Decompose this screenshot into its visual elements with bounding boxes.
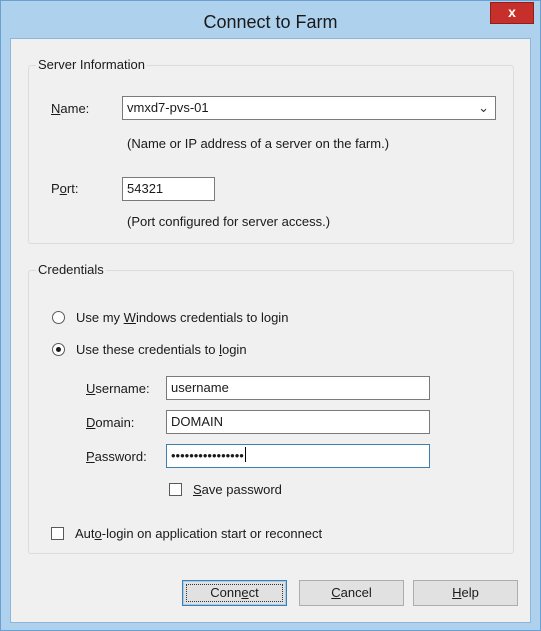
- close-icon: x: [508, 4, 516, 20]
- close-button[interactable]: x: [490, 2, 534, 24]
- title-bar[interactable]: Connect to Farm x: [1, 1, 540, 39]
- port-input[interactable]: 54321: [122, 177, 215, 201]
- credentials-group: Credentials Use my Windows credentials t…: [28, 262, 514, 554]
- password-input[interactable]: ••••••••••••••••: [166, 444, 430, 468]
- credentials-label: Credentials: [36, 262, 106, 277]
- save-password-label[interactable]: Save password: [193, 482, 282, 498]
- server-name-value: vmxd7-pvs-01: [127, 100, 209, 115]
- password-label: Password:: [86, 449, 147, 464]
- port-label: Port:: [51, 181, 79, 196]
- dialog-body: Server Information Name: vmxd7-pvs-01 ⌄ …: [10, 38, 531, 623]
- name-hint: (Name or IP address of a server on the f…: [127, 136, 390, 151]
- username-value: username: [171, 380, 229, 395]
- help-button[interactable]: Help: [413, 580, 518, 606]
- cancel-button[interactable]: Cancel: [299, 580, 404, 606]
- connect-to-farm-dialog: Connect to Farm x Server Information Nam…: [0, 0, 541, 631]
- domain-value: DOMAIN: [171, 414, 223, 429]
- username-input[interactable]: username: [166, 376, 430, 400]
- auto-login-label[interactable]: Auto-login on application start or recon…: [75, 526, 322, 542]
- domain-input[interactable]: DOMAIN: [166, 410, 430, 434]
- password-masked-value: ••••••••••••••••: [171, 448, 244, 463]
- save-password-checkbox[interactable]: [169, 483, 182, 496]
- use-these-credentials-radio[interactable]: [52, 343, 65, 356]
- server-information-label: Server Information: [36, 57, 147, 72]
- port-hint: (Port configured for server access.): [127, 214, 331, 229]
- radio-selected-dot: [56, 347, 61, 352]
- chevron-down-icon[interactable]: ⌄: [478, 97, 489, 119]
- connect-button[interactable]: Connect: [182, 580, 287, 606]
- port-value: 54321: [127, 181, 164, 196]
- server-name-combobox[interactable]: vmxd7-pvs-01 ⌄: [122, 96, 496, 120]
- dialog-title: Connect to Farm: [203, 12, 338, 32]
- username-label: Username:: [86, 381, 150, 396]
- name-label: Name:: [51, 101, 90, 116]
- use-windows-credentials-label[interactable]: Use my Windows credentials to login: [76, 310, 288, 326]
- text-caret: [244, 447, 246, 462]
- server-information-group: Server Information Name: vmxd7-pvs-01 ⌄ …: [28, 57, 514, 244]
- use-these-credentials-label[interactable]: Use these credentials to login: [76, 342, 247, 358]
- domain-label: Domain:: [86, 415, 135, 430]
- auto-login-checkbox[interactable]: [51, 527, 64, 540]
- use-windows-credentials-radio[interactable]: [52, 311, 65, 324]
